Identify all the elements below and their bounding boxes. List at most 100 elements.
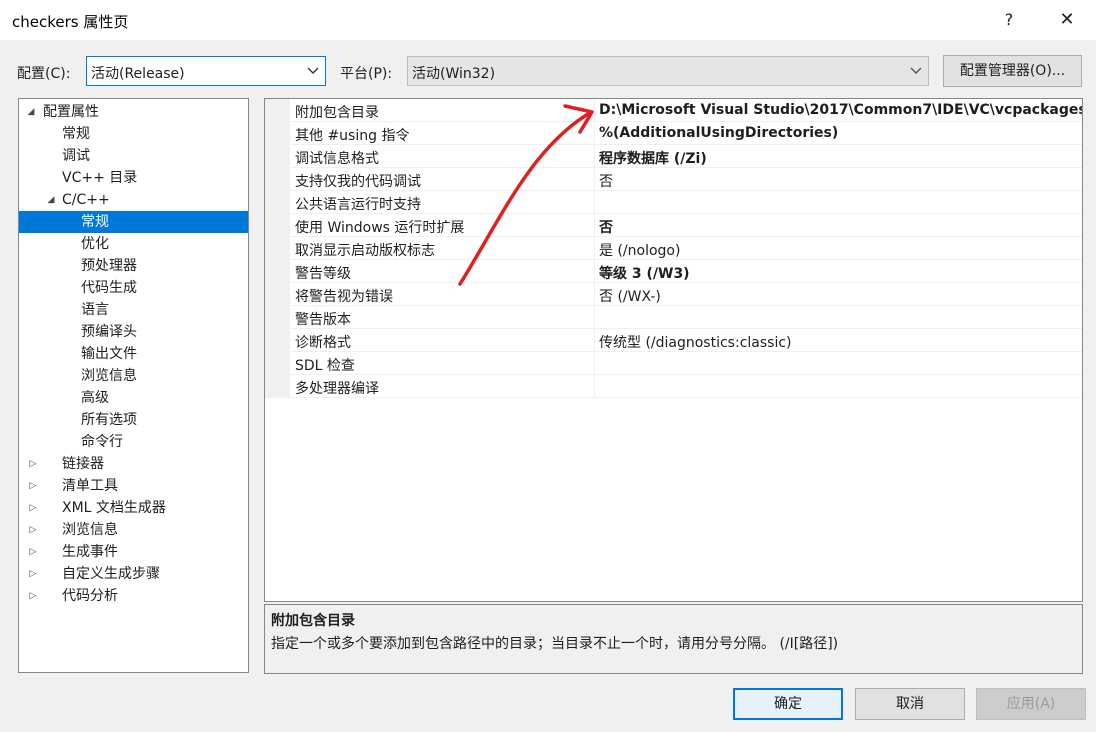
tree-item[interactable]: ▷ 自定义生成步骤 <box>19 563 248 585</box>
property-name: 使用 Windows 运行时扩展 <box>295 220 465 236</box>
column-separator <box>594 329 595 352</box>
property-row[interactable]: 警告版本 <box>265 306 1082 329</box>
property-value[interactable]: 等级 3 (/W3) <box>599 263 1082 283</box>
tree-item[interactable]: 输出文件 <box>19 343 248 365</box>
tree-item-label: 代码分析 <box>62 588 118 604</box>
tree-item[interactable]: 预编译头 <box>19 321 248 343</box>
property-name: 警告等级 <box>295 266 351 282</box>
tree-item[interactable]: 预处理器 <box>19 255 248 277</box>
tree-item[interactable]: ▷ 生成事件 <box>19 541 248 563</box>
property-row[interactable]: SDL 检查 <box>265 352 1082 375</box>
collapsed-arrow-icon[interactable]: ▷ <box>27 585 39 607</box>
property-name: 警告版本 <box>295 312 351 328</box>
property-row[interactable]: 警告等级 等级 3 (/W3) <box>265 260 1082 283</box>
tree-item[interactable]: 调试 <box>19 145 248 167</box>
property-row[interactable]: 取消显示启动版权标志 是 (/nologo) <box>265 237 1082 260</box>
collapsed-arrow-icon[interactable]: ▷ <box>27 541 39 563</box>
property-value[interactable]: 程序数据库 (/Zi) <box>599 148 1082 168</box>
property-grid[interactable]: 附加包含目录 D:\Microsoft Visual Studio\2017\Co… <box>264 98 1083 602</box>
tree-item-label: XML 文档生成器 <box>62 500 166 516</box>
property-value[interactable]: %(AdditionalUsingDirectories) <box>599 125 1082 141</box>
collapsed-arrow-icon[interactable]: ▷ <box>27 519 39 541</box>
platform-select[interactable]: 活动(Win32) <box>407 56 929 86</box>
property-name: 取消显示启动版权标志 <box>295 243 435 259</box>
column-separator <box>594 283 595 306</box>
tree-item[interactable]: 语言 <box>19 299 248 321</box>
tree-item-label: 自定义生成步骤 <box>62 566 160 582</box>
tree-item[interactable]: 常规 <box>19 123 248 145</box>
property-tree[interactable]: ◢ 配置属性 常规 调试 VC++ 目录 ◢ C/C++ 常规 优化 预处理器 代码生成 语言 预编译头… <box>18 98 249 673</box>
tree-item[interactable]: ◢ C/C++ <box>19 189 248 211</box>
property-value[interactable]: 否 <box>599 171 1082 191</box>
tree-item[interactable]: ◢ 配置属性 <box>19 101 248 123</box>
tree-item-label: 生成事件 <box>62 544 118 560</box>
tree-item[interactable]: 常规 <box>19 211 248 233</box>
tree-item-label: 链接器 <box>62 456 104 472</box>
tree-item[interactable]: ▷ 代码分析 <box>19 585 248 607</box>
tree-item[interactable]: 高级 <box>19 387 248 409</box>
property-row[interactable]: 使用 Windows 运行时扩展 否 <box>265 214 1082 237</box>
tree-item[interactable]: 命令行 <box>19 431 248 453</box>
property-name: 诊断格式 <box>295 335 351 351</box>
config-select[interactable]: 活动(Release) <box>86 56 326 86</box>
tree-item[interactable]: VC++ 目录 <box>19 167 248 189</box>
help-button[interactable]: ? <box>994 6 1024 34</box>
column-separator <box>594 145 595 168</box>
property-name: 将警告视为错误 <box>295 289 393 305</box>
tree-item-label: 配置属性 <box>43 104 99 120</box>
description-text: 指定一个或多个要添加到包含路径中的目录；当目录不止一个时，请用分号分隔。 (/I… <box>271 636 839 652</box>
tree-item-label: 高级 <box>81 390 109 406</box>
property-value[interactable]: 否 (/WX-) <box>599 286 1082 306</box>
property-value[interactable]: 是 (/nologo) <box>599 240 1082 260</box>
description-panel: 附加包含目录 指定一个或多个要添加到包含路径中的目录；当目录不止一个时，请用分号… <box>264 604 1083 674</box>
property-row[interactable]: 多处理器编译 <box>265 375 1082 398</box>
tree-item-label: 优化 <box>81 236 109 252</box>
collapsed-arrow-icon[interactable]: ▷ <box>27 563 39 585</box>
tree-item-label: C/C++ <box>62 192 110 208</box>
platform-select-value: 活动(Win32) <box>412 66 496 82</box>
expanded-arrow-icon[interactable]: ◢ <box>45 189 57 211</box>
tree-item-label: 命令行 <box>81 434 123 450</box>
property-row[interactable]: 将警告视为错误 否 (/WX-) <box>265 283 1082 306</box>
window-title: checkers 属性页 <box>12 13 129 31</box>
row-gutter <box>265 375 290 398</box>
property-value[interactable]: 传统型 (/diagnostics:classic) <box>599 332 1082 352</box>
row-gutter <box>265 329 290 352</box>
row-gutter <box>265 191 290 214</box>
property-row[interactable]: 附加包含目录 D:\Microsoft Visual Studio\2017\Co… <box>265 99 1082 122</box>
tree-item[interactable]: ▷ XML 文档生成器 <box>19 497 248 519</box>
property-row[interactable]: 公共语言运行时支持 <box>265 191 1082 214</box>
apply-button[interactable]: 应用(A) <box>976 688 1086 720</box>
property-row[interactable]: 诊断格式 传统型 (/diagnostics:classic) <box>265 329 1082 352</box>
property-name: 附加包含目录 <box>295 105 379 121</box>
property-value[interactable]: 否 <box>599 217 1082 237</box>
tree-item[interactable]: ▷ 链接器 <box>19 453 248 475</box>
tree-item[interactable]: ▷ 清单工具 <box>19 475 248 497</box>
collapsed-arrow-icon[interactable]: ▷ <box>27 497 39 519</box>
config-manager-button[interactable]: 配置管理器(O)... <box>943 55 1082 87</box>
tree-item-label: 预处理器 <box>81 258 137 274</box>
cancel-button[interactable]: 取消 <box>855 688 965 720</box>
ok-button[interactable]: 确定 <box>733 688 843 720</box>
config-label: 配置(C): <box>17 66 71 82</box>
close-button[interactable]: ✕ <box>1050 6 1084 34</box>
row-gutter <box>265 283 290 306</box>
property-value[interactable]: D:\Microsoft Visual Studio\2017\Common7\… <box>599 102 1082 118</box>
property-name: 公共语言运行时支持 <box>295 197 421 213</box>
collapsed-arrow-icon[interactable]: ▷ <box>27 453 39 475</box>
tree-item[interactable]: ▷ 浏览信息 <box>19 519 248 541</box>
chevron-down-icon <box>307 67 319 74</box>
property-row[interactable]: 支持仅我的代码调试 否 <box>265 168 1082 191</box>
column-separator <box>594 122 595 145</box>
tree-item-label: 语言 <box>81 302 109 318</box>
tree-item[interactable]: 代码生成 <box>19 277 248 299</box>
property-name: SDL 检查 <box>295 358 355 374</box>
property-row[interactable]: 调试信息格式 程序数据库 (/Zi) <box>265 145 1082 168</box>
tree-item[interactable]: 优化 <box>19 233 248 255</box>
expanded-arrow-icon[interactable]: ◢ <box>25 101 37 123</box>
tree-item[interactable]: 浏览信息 <box>19 365 248 387</box>
tree-item[interactable]: 所有选项 <box>19 409 248 431</box>
property-row[interactable]: 其他 #using 指令 %(AdditionalUsingDirectories… <box>265 122 1082 145</box>
collapsed-arrow-icon[interactable]: ▷ <box>27 475 39 497</box>
property-name: 其他 #using 指令 <box>295 128 410 144</box>
